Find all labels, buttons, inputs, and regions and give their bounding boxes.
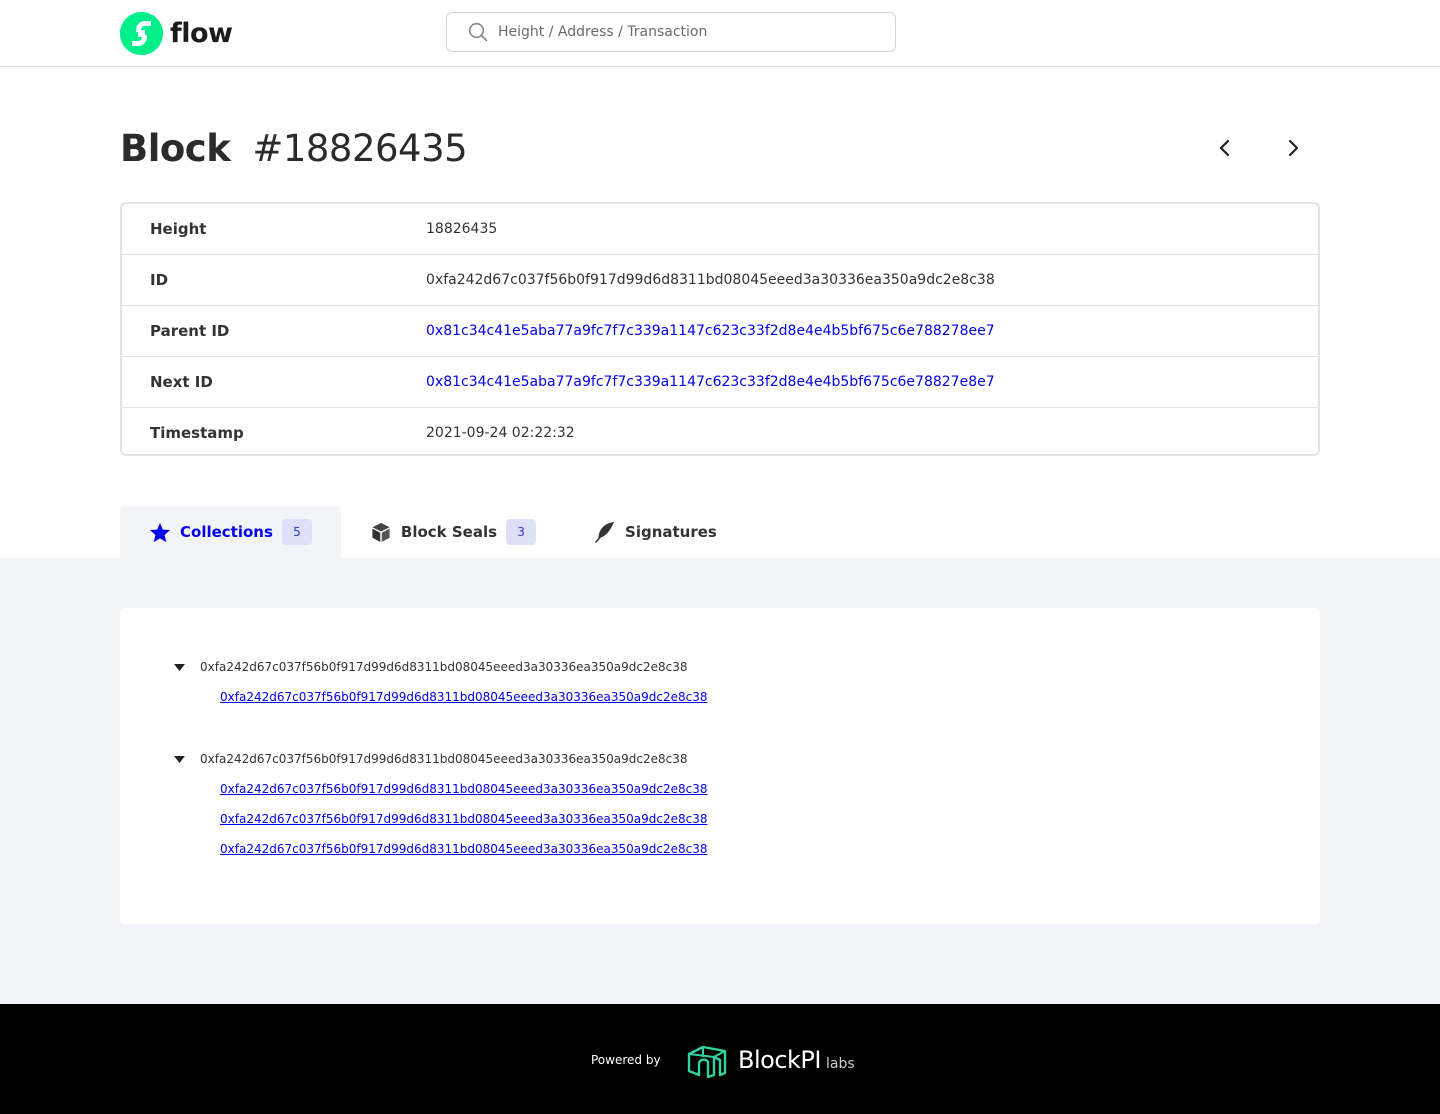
search-input[interactable] xyxy=(498,24,878,40)
page-title-label: Block xyxy=(120,127,231,170)
top-header: flow xyxy=(0,0,1440,67)
blockpi-labs: labs xyxy=(825,1056,855,1072)
tab-label: Collections xyxy=(180,523,273,541)
timestamp-value: 2021-09-24 02:22:32 xyxy=(426,424,575,441)
star-icon xyxy=(149,521,171,543)
collection-toggle[interactable]: 0xfa242d67c037f56b0f917d99d6d8311bd08045… xyxy=(172,658,707,676)
tab-block-seals[interactable]: Block Seals 3 xyxy=(341,506,565,558)
info-label: ID xyxy=(150,271,169,289)
cube-icon xyxy=(370,521,392,543)
collections-panel: 0xfa242d67c037f56b0f917d99d6d8311bd08045… xyxy=(120,608,1320,924)
collection-id: 0xfa242d67c037f56b0f917d99d6d8311bd08045… xyxy=(200,660,688,674)
block-info-table: Height 18826435 ID 0xfa242d67c037f56b0f9… xyxy=(120,202,1320,456)
caret-down-icon xyxy=(172,658,186,676)
collection-id: 0xfa242d67c037f56b0f917d99d6d8311bd08045… xyxy=(200,752,688,766)
powered-by-text: Powered by xyxy=(591,1053,661,1067)
page-footer: Powered by BlockPI labs xyxy=(0,1004,1440,1114)
blockpi-logo[interactable]: BlockPI labs xyxy=(686,1042,855,1078)
chevron-left-icon xyxy=(1219,139,1230,157)
info-label: Parent ID xyxy=(150,322,230,340)
info-label: Height xyxy=(150,220,207,238)
info-row-parent-id: Parent ID 0x81c34c41e5aba77a9fc7f7c339a1… xyxy=(122,306,1318,357)
next-id-link[interactable]: 0x81c34c41e5aba77a9fc7f7c339a1147c623c33… xyxy=(426,374,995,390)
transaction-link[interactable]: 0xfa242d67c037f56b0f917d99d6d8311bd08045… xyxy=(220,840,707,858)
tab-label: Signatures xyxy=(625,523,717,541)
collections-count-badge: 5 xyxy=(281,519,312,545)
tab-label: Block Seals xyxy=(400,523,498,541)
info-row-next-id: Next ID 0x81c34c41e5aba77a9fc7f7c339a114… xyxy=(122,357,1318,408)
blockpi-name: BlockPI xyxy=(738,1046,821,1074)
collection-group: 0xfa242d67c037f56b0f917d99d6d8311bd08045… xyxy=(172,750,707,858)
caret-down-icon xyxy=(172,750,186,768)
previous-block-button[interactable] xyxy=(1209,132,1241,164)
parent-id-link[interactable]: 0x81c34c41e5aba77a9fc7f7c339a1147c623c33… xyxy=(426,323,995,339)
block-tabs: Collections 5 Block Seals 3 Signatures xyxy=(120,506,746,558)
info-label: Timestamp xyxy=(150,423,244,442)
block-number: #18826435 xyxy=(252,127,468,170)
block-seals-count-badge: 3 xyxy=(506,519,537,545)
tab-signatures[interactable]: Signatures xyxy=(565,506,746,558)
search-icon xyxy=(467,21,489,43)
info-label: Next ID xyxy=(150,373,213,391)
blockpi-logo-icon xyxy=(687,1045,727,1078)
tab-collections[interactable]: Collections 5 xyxy=(120,506,341,558)
collection-group: 0xfa242d67c037f56b0f917d99d6d8311bd08045… xyxy=(172,658,707,706)
info-row-height: Height 18826435 xyxy=(122,204,1318,255)
next-block-button[interactable] xyxy=(1277,132,1309,164)
transaction-link[interactable]: 0xfa242d67c037f56b0f917d99d6d8311bd08045… xyxy=(220,810,707,828)
page-title: Block #18826435 xyxy=(120,127,468,170)
info-row-id: ID 0xfa242d67c037f56b0f917d99d6d8311bd08… xyxy=(122,255,1318,306)
info-row-timestamp: Timestamp 2021-09-24 02:22:32 xyxy=(122,408,1318,457)
chevron-right-icon xyxy=(1288,139,1299,157)
flow-logo[interactable]: flow xyxy=(120,12,233,55)
block-id-value: 0xfa242d67c037f56b0f917d99d6d8311bd08045… xyxy=(426,272,995,288)
search-box[interactable] xyxy=(446,12,896,52)
transaction-link[interactable]: 0xfa242d67c037f56b0f917d99d6d8311bd08045… xyxy=(220,688,707,706)
flow-logo-text: flow xyxy=(170,18,233,49)
feather-icon xyxy=(594,521,616,543)
transaction-link[interactable]: 0xfa242d67c037f56b0f917d99d6d8311bd08045… xyxy=(220,780,707,798)
block-height-value: 18826435 xyxy=(426,221,498,237)
collection-toggle[interactable]: 0xfa242d67c037f56b0f917d99d6d8311bd08045… xyxy=(172,750,707,768)
flow-logo-icon xyxy=(120,12,163,55)
